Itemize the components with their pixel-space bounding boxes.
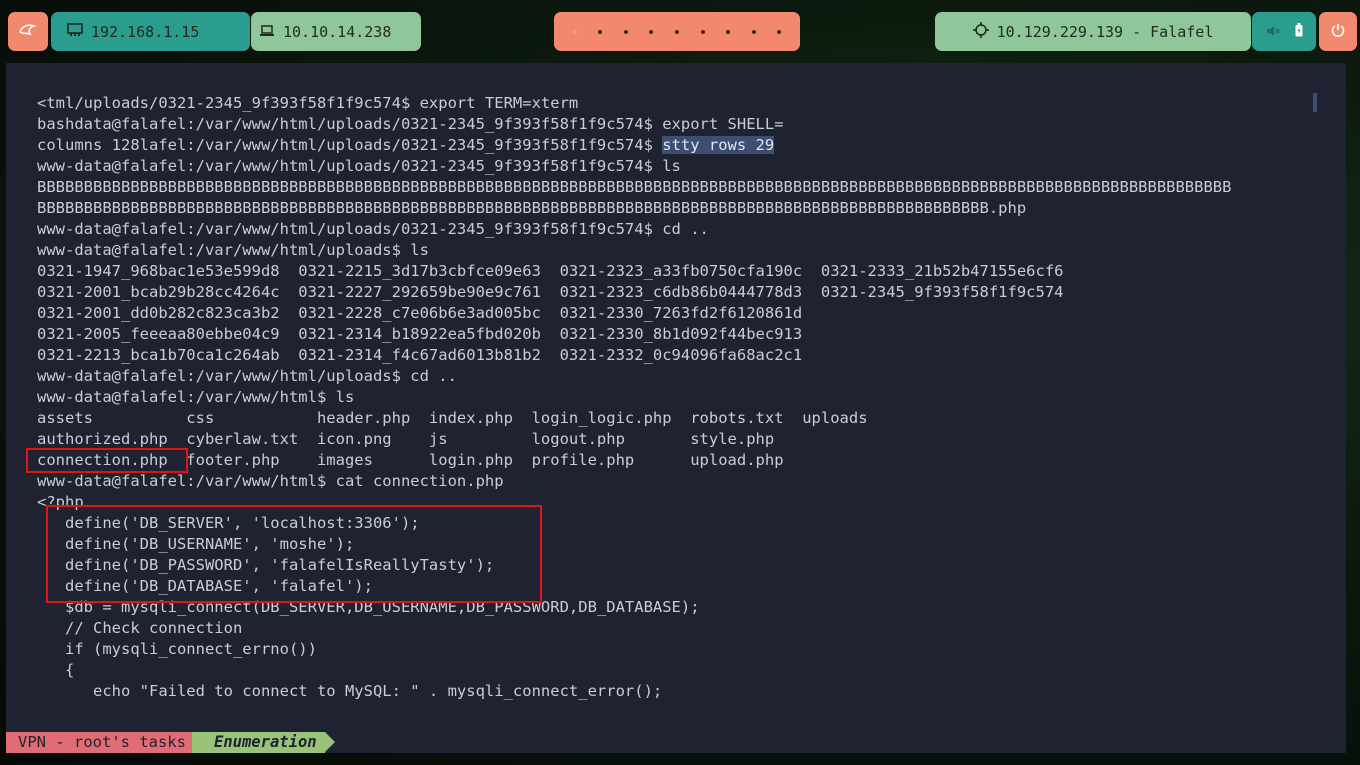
terminal-line-text: if (mysqli_connect_errno()) <box>37 640 317 658</box>
penguin-icon <box>18 22 38 42</box>
vpn-ip-indicator[interactable]: 10.10.14.238 <box>251 12 421 51</box>
terminal-line-text: www-data@falafel:/var/www/html$ ls <box>37 388 355 406</box>
terminal-line: BBBBBBBBBBBBBBBBBBBBBBBBBBBBBBBBBBBBBBBB… <box>37 177 1231 198</box>
session-name: VPN - root's tasks <box>6 732 202 753</box>
mute-icon[interactable] <box>1266 23 1280 41</box>
terminal-output: <tml/uploads/0321-2345_9f393f58f1f9c574$… <box>37 93 1231 702</box>
workspace-dot[interactable] <box>572 29 577 34</box>
terminal-line-text: echo "Failed to connect to MySQL: " . my… <box>37 682 663 700</box>
terminal-line: www-data@falafel:/var/www/html$ ls <box>37 387 1231 408</box>
terminal-line: authorized.php cyberlaw.txt icon.png js … <box>37 429 1231 450</box>
terminal-line: BBBBBBBBBBBBBBBBBBBBBBBBBBBBBBBBBBBBBBBB… <box>37 198 1231 219</box>
selected-text: stty rows 29 <box>662 136 775 154</box>
workspace-dot[interactable] <box>777 29 782 34</box>
terminal-line-text: authorized.php cyberlaw.txt icon.png js … <box>37 430 775 448</box>
terminal-line-text: <tml/uploads/0321-2345_9f393f58f1f9c574$… <box>37 94 579 112</box>
target-text: 10.129.229.139 - Falafel <box>996 22 1214 41</box>
window-name-active[interactable]: Enumeration <box>191 732 335 753</box>
vpn-ip-text: 10.10.14.238 <box>283 22 392 41</box>
terminal-line-text: www-data@falafel:/var/www/html/uploads$ … <box>37 241 429 259</box>
terminal-line: <tml/uploads/0321-2345_9f393f58f1f9c574$… <box>37 93 1231 114</box>
terminal-line-text: bashdata@falafel:/var/www/html/uploads/0… <box>37 115 784 133</box>
workspace-dot[interactable] <box>700 29 705 34</box>
highlight-db-credentials <box>46 505 542 603</box>
system-tray[interactable] <box>1252 12 1316 51</box>
terminal-line-text: www-data@falafel:/var/www/html/uploads/0… <box>37 157 681 175</box>
terminal-window[interactable]: <tml/uploads/0321-2345_9f393f58f1f9c574$… <box>6 63 1346 753</box>
terminal-line-text: assets css header.php index.php login_lo… <box>37 409 868 427</box>
workspace-dot[interactable] <box>726 29 731 34</box>
terminal-line: connection.php footer.php images login.p… <box>37 450 1231 471</box>
network-card-icon <box>67 22 83 41</box>
terminal-line: { <box>37 660 1231 681</box>
terminal-line-text: columns 128lafel:/var/www/html/uploads/0… <box>37 136 663 154</box>
terminal-line: bashdata@falafel:/var/www/html/uploads/0… <box>37 114 1231 135</box>
top-bar: 192.168.1.15 10.10.14.238 10.129.229.139… <box>0 0 1360 64</box>
terminal-line-text: www-data@falafel:/var/www/html/uploads/0… <box>37 220 709 238</box>
terminal-line: if (mysqli_connect_errno()) <box>37 639 1231 660</box>
terminal-line: www-data@falafel:/var/www/html/uploads/0… <box>37 156 1231 177</box>
menu-button[interactable] <box>8 12 48 51</box>
workspace-dot[interactable] <box>649 29 654 34</box>
terminal-line: www-data@falafel:/var/www/html/uploads$ … <box>37 366 1231 387</box>
terminal-line: www-data@falafel:/var/www/html$ cat conn… <box>37 471 1231 492</box>
local-ip-text: 192.168.1.15 <box>91 22 200 41</box>
terminal-line-text: BBBBBBBBBBBBBBBBBBBBBBBBBBBBBBBBBBBBBBBB… <box>37 178 1232 196</box>
scrollbar-thumb[interactable] <box>1313 93 1317 112</box>
terminal-line-text: www-data@falafel:/var/www/html/uploads$ … <box>37 367 457 385</box>
terminal-line-text: { <box>37 661 75 679</box>
power-button[interactable] <box>1319 12 1357 51</box>
highlight-connection-file <box>26 448 188 473</box>
workspace-dot[interactable] <box>623 29 628 34</box>
terminal-line: 0321-2213_bca1b70ca1c264ab 0321-2314_f4c… <box>37 345 1231 366</box>
local-ip-indicator[interactable]: 192.168.1.15 <box>51 12 250 51</box>
terminal-line-text: 0321-1947_968bac1e53e599d8 0321-2215_3d1… <box>37 262 1064 280</box>
terminal-line-text: BBBBBBBBBBBBBBBBBBBBBBBBBBBBBBBBBBBBBBBB… <box>37 199 1027 217</box>
terminal-line: 0321-2001_bcab29b28cc4264c 0321-2227_292… <box>37 282 1231 303</box>
terminal-line: 0321-1947_968bac1e53e599d8 0321-2215_3d1… <box>37 261 1231 282</box>
terminal-line: www-data@falafel:/var/www/html/uploads/0… <box>37 219 1231 240</box>
terminal-line: echo "Failed to connect to MySQL: " . my… <box>37 681 1231 702</box>
workspace-dot[interactable] <box>674 29 679 34</box>
terminal-line-text: www-data@falafel:/var/www/html$ cat conn… <box>37 472 504 490</box>
laptop-icon <box>259 23 275 41</box>
workspace-dot[interactable] <box>751 29 756 34</box>
terminal-line: 0321-2005_feeeaa80ebbe04c9 0321-2314_b18… <box>37 324 1231 345</box>
terminal-line-text: 0321-2213_bca1b70ca1c264ab 0321-2314_f4c… <box>37 346 803 364</box>
crosshair-icon <box>972 21 989 42</box>
workspace-dot[interactable] <box>598 29 603 34</box>
terminal-line: 0321-2001_dd0b282c823ca3b2 0321-2228_c7e… <box>37 303 1231 324</box>
terminal-line: www-data@falafel:/var/www/html/uploads$ … <box>37 240 1231 261</box>
terminal-line-text: 0321-2005_feeeaa80ebbe04c9 0321-2314_b18… <box>37 325 803 343</box>
terminal-line-text: // Check connection <box>37 619 243 637</box>
power-icon <box>1330 22 1346 42</box>
terminal-line: assets css header.php index.php login_lo… <box>37 408 1231 429</box>
terminal-line: // Check connection <box>37 618 1231 639</box>
tmux-status-bar: VPN - root's tasks Enumeration <box>6 732 335 753</box>
target-indicator[interactable]: 10.129.229.139 - Falafel <box>935 12 1251 51</box>
terminal-line-text: 0321-2001_dd0b282c823ca3b2 0321-2228_c7e… <box>37 304 803 322</box>
terminal-line-text: 0321-2001_bcab29b28cc4264c 0321-2227_292… <box>37 283 1064 301</box>
battery-icon[interactable] <box>1295 22 1303 41</box>
workspace-switcher[interactable] <box>554 12 800 51</box>
terminal-line: columns 128lafel:/var/www/html/uploads/0… <box>37 135 1231 156</box>
